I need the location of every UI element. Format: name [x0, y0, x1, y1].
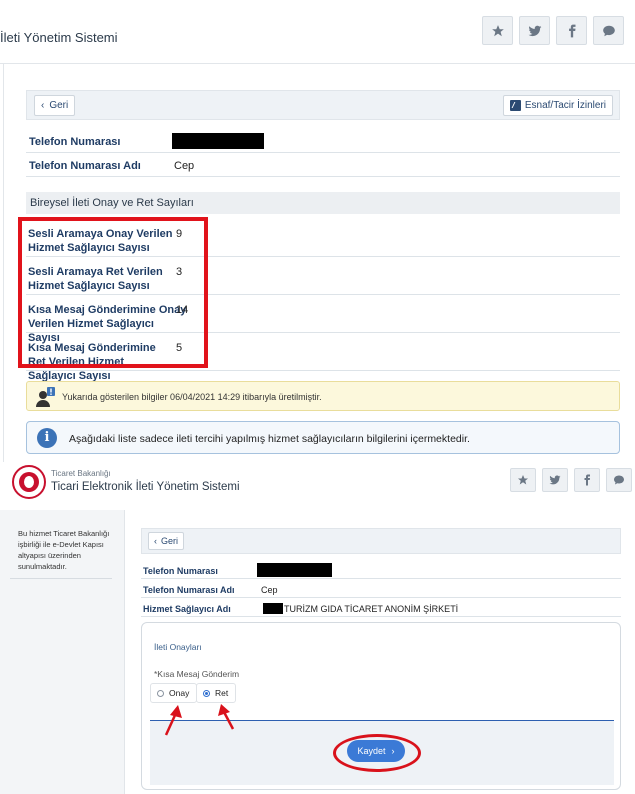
facebook-share-button[interactable]: [574, 468, 600, 492]
chevron-left-icon: ‹: [154, 536, 157, 546]
list-info-notice: i Aşağıdaki liste sadece ileti tercihi y…: [26, 421, 620, 454]
page-title: İleti Yönetim Sistemi: [0, 30, 118, 45]
generated-time-text: Yukarıda gösterilen bilgiler 06/04/2021 …: [62, 392, 322, 402]
page-header: Ticaret Bakanlığı Ticari Elektronik İlet…: [0, 462, 635, 508]
sidebar-divider: [10, 578, 112, 579]
share-bar: [510, 468, 632, 492]
redacted-provider-name: [263, 603, 283, 614]
page-title: Ticari Elektronik İleti Yönetim Sistemi: [51, 481, 240, 493]
screenshot-panel-1: İleti Yönetim Sistemi ‹ Geri Esnaf/Tacir…: [0, 0, 635, 462]
provider-label: Hizmet Sağlayıcı Adı: [143, 604, 231, 614]
action-toolbar: ‹ Geri Esnaf/Tacir İzinleri: [26, 90, 620, 120]
phone-number-label: Telefon Numarası: [29, 136, 121, 148]
facebook-icon: [568, 24, 575, 37]
screenshot-panel-2: Ticaret Bakanlığı Ticari Elektronik İlet…: [0, 462, 635, 794]
generated-time-notice: Yukarıda gösterilen bilgiler 06/04/2021 …: [26, 381, 620, 411]
phone-name-row: Telefon Numarası Adı Cep: [26, 155, 620, 177]
favorite-button[interactable]: [482, 16, 513, 45]
back-button-label: Geri: [161, 536, 179, 546]
phone-number-row: Telefon Numarası: [141, 562, 621, 579]
comment-button[interactable]: [593, 16, 624, 45]
twitter-icon: [528, 25, 541, 36]
phone-name-label: Telefon Numarası Adı: [29, 160, 141, 172]
comment-icon: [602, 25, 615, 36]
ministry-name: Ticaret Bakanlığı: [51, 469, 111, 478]
share-bar: [482, 16, 624, 45]
comment-icon: [614, 475, 624, 485]
back-button-label: Geri: [49, 100, 69, 111]
edit-icon: [509, 100, 521, 111]
page-header: İleti Yönetim Sistemi: [0, 0, 635, 64]
twitter-icon: [549, 475, 561, 485]
user-alert-icon: [36, 387, 55, 407]
redacted-phone-number: [257, 563, 332, 577]
provider-row: Hizmet Sağlayıcı Adı TURİZM GIDA TİCARET…: [141, 600, 621, 617]
radio-onay-label: Onay: [169, 688, 190, 698]
radio-onay-indicator: [157, 689, 164, 697]
merchant-permissions-label: Esnaf/Tacir İzinleri: [524, 100, 606, 111]
radio-ret-label: Ret: [215, 688, 229, 698]
highlight-box: [18, 217, 208, 368]
chevron-left-icon: ‹: [41, 100, 45, 111]
info-icon: i: [37, 428, 57, 448]
favorite-button[interactable]: [510, 468, 536, 492]
ministry-seal: [12, 465, 46, 499]
phone-name-label: Telefon Numarası Adı: [143, 585, 235, 595]
redacted-phone-number: [172, 133, 264, 149]
radio-ret[interactable]: Ret: [196, 683, 237, 703]
sidebar-info-text: Bu hizmet Ticaret Bakanlığı işbirliği il…: [18, 529, 110, 571]
radio-onay[interactable]: Onay: [150, 683, 198, 703]
twitter-share-button[interactable]: [542, 468, 568, 492]
phone-number-label: Telefon Numarası: [143, 566, 218, 576]
phone-name-row: Telefon Numarası Adı Cep: [141, 581, 621, 598]
star-icon: [491, 24, 504, 36]
back-button[interactable]: ‹ Geri: [34, 95, 76, 116]
merchant-permissions-button[interactable]: Esnaf/Tacir İzinleri: [502, 95, 613, 116]
twitter-share-button[interactable]: [519, 16, 550, 45]
radio-ret-indicator: [203, 689, 210, 697]
phone-name-value: Cep: [174, 160, 195, 172]
comment-button[interactable]: [606, 468, 632, 492]
provider-value: TURİZM GIDA TİCARET ANONİM ŞİRKETİ: [284, 604, 459, 614]
channel-label: *Kısa Mesaj Gönderim: [154, 669, 240, 679]
back-button[interactable]: ‹ Geri: [148, 532, 185, 550]
action-toolbar: ‹ Geri: [141, 528, 621, 554]
sidebar: Bu hizmet Ticaret Bakanlığı işbirliği il…: [0, 510, 125, 794]
facebook-share-button[interactable]: [556, 16, 587, 45]
section-title: Bireysel İleti Onay ve Ret Sayıları: [26, 192, 620, 214]
list-info-text: Aşağıdaki liste sadece ileti tercihi yap…: [69, 433, 470, 445]
facebook-icon: [584, 474, 590, 486]
star-icon: [518, 475, 528, 485]
card-title: İleti Onayları: [154, 642, 202, 652]
phone-number-row: Telefon Numarası: [26, 131, 620, 153]
phone-name-value: Cep: [261, 585, 278, 595]
save-highlight-ring: [333, 734, 421, 772]
